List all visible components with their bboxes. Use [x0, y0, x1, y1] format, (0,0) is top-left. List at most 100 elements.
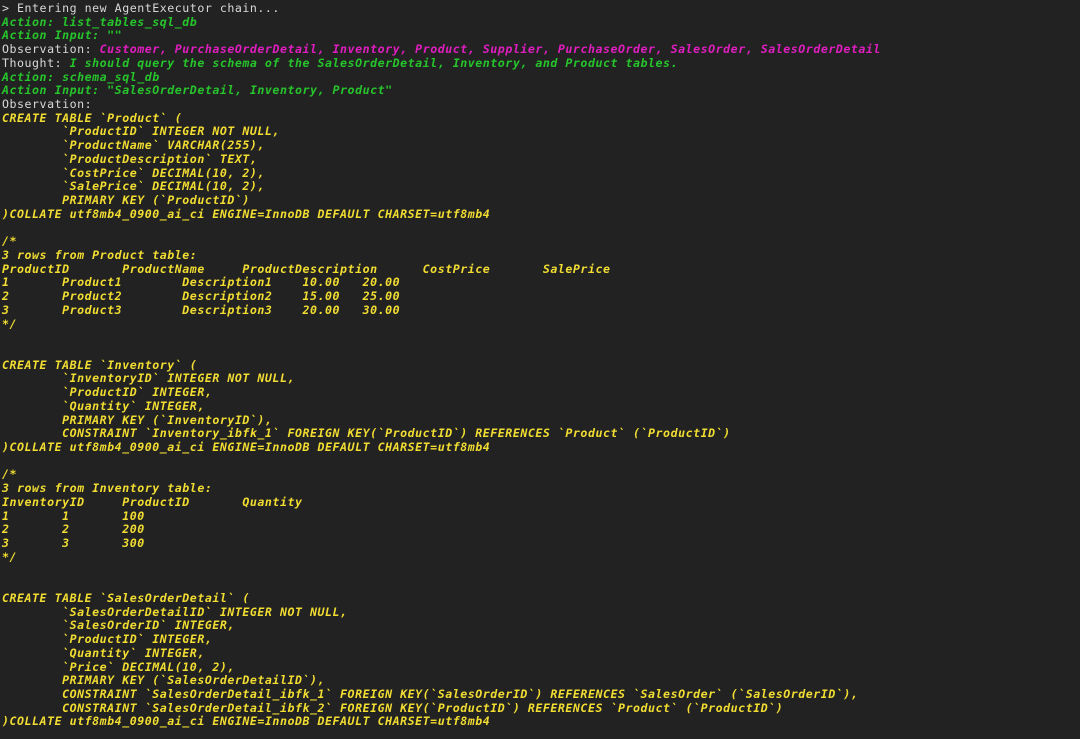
log-text: `Price` DECIMAL(10, 2),	[2, 659, 235, 674]
terminal-line: Observation: Customer, PurchaseOrderDeta…	[2, 42, 1080, 57]
terminal-line: 2 2 200	[2, 522, 1080, 537]
log-text: `SalesOrderDetailID` INTEGER NOT NULL,	[2, 604, 348, 619]
terminal-line: `SalesOrderDetailID` INTEGER NOT NULL,	[2, 604, 1080, 620]
log-text: Action: list_tables_sql_db	[2, 14, 198, 29]
terminal-line: Action Input: "SalesOrderDetail, Invento…	[2, 83, 1080, 98]
log-text: 1 Product1 Description1 10.00 20.00	[2, 275, 401, 290]
terminal-output-pane[interactable]: > Entering new AgentExecutor chain... Act…	[0, 0, 1080, 739]
terminal-line: CONSTRAINT `Inventory_ibfk_1` FOREIGN KE…	[2, 426, 1080, 441]
log-text: CREATE TABLE `Product` (	[2, 110, 183, 125]
terminal-line: 1 Product1 Description1 10.00 20.00	[2, 276, 1080, 290]
log-value: I should query the schema of the SalesOr…	[69, 55, 679, 70]
terminal-line: > Entering new AgentExecutor chain...	[2, 1, 1080, 16]
log-text: 2 2 200	[2, 522, 145, 537]
log-text: PRIMARY KEY (`InventoryID`),	[2, 412, 273, 427]
log-text: `Quantity` INTEGER,	[2, 398, 205, 413]
terminal-line: */	[2, 316, 1080, 332]
terminal-line: Action Input: ""	[2, 29, 1080, 43]
log-text: )COLLATE utf8mb4_0900_ai_ci ENGINE=InnoD…	[2, 440, 491, 454]
log-text: */	[2, 549, 18, 564]
terminal-line: `Quantity` INTEGER,	[2, 645, 1080, 661]
log-text: Action Input: "SalesOrderDetail, Invento…	[2, 83, 393, 98]
log-text: Action Input: ""	[2, 28, 123, 43]
log-text: PRIMARY KEY (`ProductID`)	[2, 193, 250, 208]
log-text: PRIMARY KEY (`SalesOrderDetailID`),	[2, 673, 326, 688]
log-text: /*	[2, 467, 18, 482]
terminal-line: CONSTRAINT `SalesOrderDetail_ibfk_1` FOR…	[2, 686, 1080, 702]
log-text: `ProductID` INTEGER,	[2, 385, 213, 400]
terminal-line: InventoryID ProductID Quantity	[2, 494, 1080, 510]
terminal-line: 1 1 100	[2, 508, 1080, 524]
terminal-line: Thought: I should query the schema of th…	[2, 55, 1080, 71]
terminal-line: PRIMARY KEY (`ProductID`)	[2, 193, 1080, 208]
terminal-line: PRIMARY KEY (`SalesOrderDetailID`),	[2, 673, 1080, 688]
log-text: CONSTRAINT `SalesOrderDetail_ibfk_1` FOR…	[2, 686, 859, 701]
terminal-line: `InventoryID` INTEGER NOT NULL,	[2, 372, 1080, 386]
log-text: `Quantity` INTEGER,	[2, 645, 205, 660]
terminal-line: `ProductID` INTEGER NOT NULL,	[2, 125, 1080, 139]
terminal-line: /*	[2, 468, 1080, 482]
terminal-line: CONSTRAINT `SalesOrderDetail_ibfk_2` FOR…	[2, 700, 1080, 716]
log-text: `SalesOrderID` INTEGER,	[2, 618, 235, 633]
log-text: /*	[2, 234, 18, 249]
log-text: CREATE TABLE `Inventory` (	[2, 357, 198, 372]
terminal-line: )COLLATE utf8mb4_0900_ai_ci ENGINE=InnoD…	[2, 440, 1080, 455]
terminal-line: Action: schema_sql_db	[2, 69, 1080, 85]
terminal-line: `ProductDescription` TEXT,	[2, 151, 1080, 167]
log-text: ProductID ProductName ProductDescription…	[2, 261, 611, 276]
log-text: 1 1 100	[2, 508, 145, 523]
log-label: Thought:	[2, 55, 70, 70]
terminal-line: CREATE TABLE `Product` (	[2, 110, 1080, 126]
log-text: `ProductID` INTEGER NOT NULL,	[2, 124, 280, 139]
log-text: )COLLATE utf8mb4_0900_ai_ci ENGINE=InnoD…	[2, 714, 491, 729]
log-text: 3 rows from Inventory table:	[2, 481, 213, 496]
terminal-line: 2 Product2 Description2 15.00 25.00	[2, 289, 1080, 304]
terminal-line: `Price` DECIMAL(10, 2),	[2, 659, 1080, 675]
log-text: `ProductName` VARCHAR(255),	[2, 138, 265, 153]
log-text: Action: schema_sql_db	[2, 69, 160, 84]
log-text: InventoryID ProductID Quantity	[2, 494, 303, 509]
terminal-line: */	[2, 549, 1080, 565]
terminal-line: /*	[2, 234, 1080, 249]
log-text: > Entering new AgentExecutor chain...	[2, 1, 280, 15]
terminal-line: 3 rows from Inventory table:	[2, 481, 1080, 496]
log-text: 2 Product2 Description2 15.00 25.00	[2, 289, 401, 304]
log-text: 3 3 300	[2, 536, 145, 551]
terminal-line: 3 3 300	[2, 536, 1080, 551]
log-text: )COLLATE utf8mb4_0900_ai_ci ENGINE=InnoD…	[2, 206, 491, 221]
terminal-line: )COLLATE utf8mb4_0900_ai_ci ENGINE=InnoD…	[2, 206, 1080, 222]
log-label: Observation:	[2, 42, 100, 57]
log-text: `SalePrice` DECIMAL(10, 2),	[2, 179, 265, 194]
terminal-line: )COLLATE utf8mb4_0900_ai_ci ENGINE=InnoD…	[2, 715, 1080, 729]
log-text: `ProductID` INTEGER,	[2, 632, 213, 647]
log-text: `ProductDescription` TEXT,	[2, 151, 258, 166]
terminal-line: 3 Product3 Description3 20.00 30.00	[2, 302, 1080, 318]
log-text: `InventoryID` INTEGER NOT NULL,	[2, 371, 295, 386]
terminal-line: `SalesOrderID` INTEGER,	[2, 618, 1080, 633]
terminal-line: `ProductID` INTEGER,	[2, 385, 1080, 400]
terminal-line: CREATE TABLE `Inventory` (	[2, 357, 1080, 373]
log-text: `CostPrice` DECIMAL(10, 2),	[2, 165, 265, 180]
terminal-line: ProductID ProductName ProductDescription…	[2, 261, 1080, 277]
log-text: CONSTRAINT `SalesOrderDetail_ibfk_2` FOR…	[2, 700, 784, 715]
terminal-line: PRIMARY KEY (`InventoryID`),	[2, 412, 1080, 428]
terminal-line: Observation:	[2, 97, 1080, 112]
terminal-line: `CostPrice` DECIMAL(10, 2),	[2, 165, 1080, 181]
terminal-line: CREATE TABLE `SalesOrderDetail` (	[2, 590, 1080, 606]
log-text: CREATE TABLE `SalesOrderDetail` (	[2, 590, 250, 605]
log-text: */	[2, 316, 18, 331]
terminal-line: `ProductID` INTEGER,	[2, 632, 1080, 647]
log-text: CONSTRAINT `Inventory_ibfk_1` FOREIGN KE…	[2, 426, 731, 441]
terminal-line: `Quantity` INTEGER,	[2, 398, 1080, 414]
log-value: Customer, PurchaseOrderDetail, Inventory…	[99, 42, 881, 57]
terminal-line: Action: list_tables_sql_db	[2, 14, 1080, 30]
log-text: 3 Product3 Description3 20.00 30.00	[2, 302, 401, 317]
log-text: 3 rows from Product table:	[2, 247, 198, 262]
terminal-line: `SalePrice` DECIMAL(10, 2),	[2, 179, 1080, 194]
